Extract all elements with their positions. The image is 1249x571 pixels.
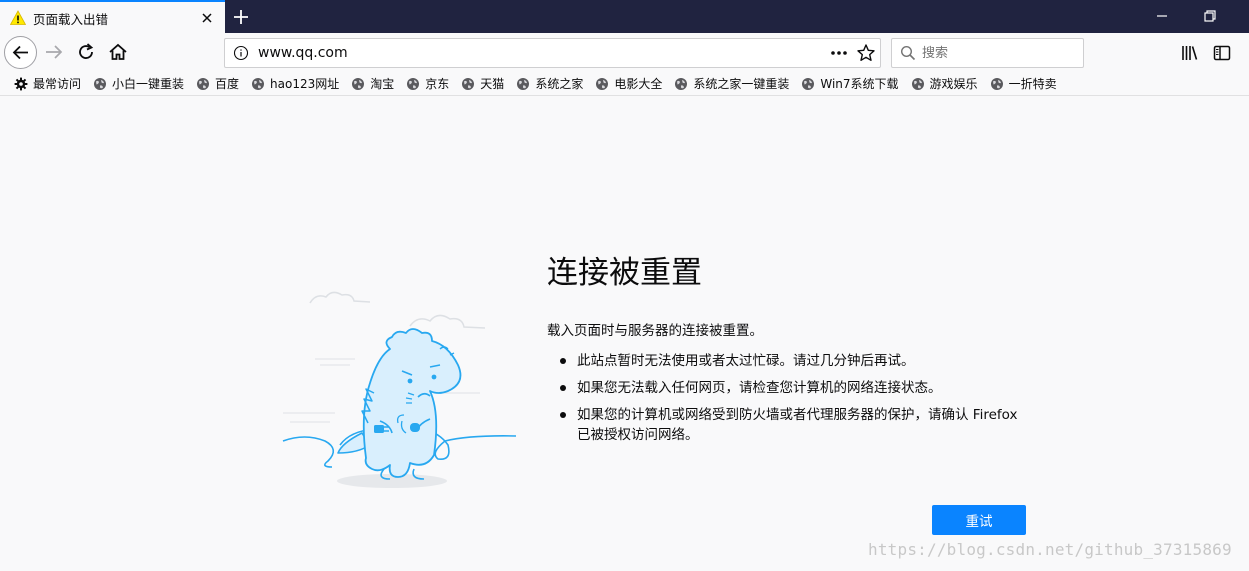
bookmark-label: 百度 bbox=[215, 77, 240, 91]
bookmark-label: hao123网址 bbox=[270, 77, 340, 91]
library-icon[interactable] bbox=[1178, 41, 1202, 65]
error-page: 连接被重置 载入页面时与服务器的连接被重置。 此站点暂时无法使用或者太过忙碌。请… bbox=[0, 97, 1249, 571]
bookmark-item[interactable]: 淘宝 bbox=[347, 73, 398, 95]
bookmark-most-visited[interactable]: 最常访问 bbox=[10, 73, 85, 95]
sidebar-icon[interactable] bbox=[1210, 41, 1234, 65]
bookmark-item[interactable]: 京东 bbox=[402, 73, 453, 95]
bookmark-label: 天猫 bbox=[480, 77, 505, 91]
bookmark-label: 小白一键重装 bbox=[112, 77, 185, 91]
back-button[interactable] bbox=[4, 36, 37, 69]
bookmark-item[interactable]: 电影大全 bbox=[591, 73, 666, 95]
bookmark-star-icon[interactable] bbox=[856, 43, 876, 63]
tab-strip: 页面载入出错 bbox=[0, 0, 1249, 33]
bookmark-label: 游戏娱乐 bbox=[929, 77, 978, 91]
gear-icon bbox=[14, 77, 28, 91]
new-tab-plus-icon[interactable] bbox=[229, 5, 253, 29]
bookmark-label: 系统之家一键重装 bbox=[693, 77, 790, 91]
error-description: 载入页面时与服务器的连接被重置。 bbox=[547, 323, 763, 339]
globe-icon bbox=[674, 77, 688, 91]
tab-title: 页面载入出错 bbox=[33, 12, 109, 27]
error-suggestion-item: 此站点暂时无法使用或者太过忙碌。请过几分钟后再试。 bbox=[560, 351, 1030, 371]
titlebar-drag-area[interactable] bbox=[260, 0, 1130, 33]
close-tab-icon[interactable] bbox=[199, 10, 215, 26]
bookmark-item[interactable]: hao123网址 bbox=[247, 73, 343, 95]
bookmark-item[interactable]: 游戏娱乐 bbox=[907, 73, 982, 95]
bookmark-item[interactable]: 百度 bbox=[192, 73, 243, 95]
globe-icon bbox=[351, 77, 365, 91]
globe-icon bbox=[990, 77, 1004, 91]
bookmark-item[interactable]: 天猫 bbox=[457, 73, 508, 95]
navigation-toolbar: www.qq.com bbox=[0, 33, 1249, 72]
minimize-icon[interactable] bbox=[1150, 4, 1174, 28]
error-title: 连接被重置 bbox=[547, 255, 702, 291]
tab-active[interactable]: 页面载入出错 bbox=[0, 0, 225, 33]
bookmark-item[interactable]: 系统之家 bbox=[512, 73, 587, 95]
globe-icon bbox=[516, 77, 530, 91]
search-input[interactable] bbox=[922, 43, 1077, 63]
error-suggestions-list: 此站点暂时无法使用或者太过忙碌。请过几分钟后再试。 如果您无法载入任何网页，请检… bbox=[560, 351, 1030, 452]
watermark-text: https://blog.csdn.net/github_37315869 bbox=[868, 540, 1232, 559]
reload-icon[interactable] bbox=[74, 40, 98, 64]
globe-icon bbox=[406, 77, 420, 91]
retry-button[interactable]: 重试 bbox=[932, 505, 1026, 535]
bookmark-item[interactable]: Win7系统下载 bbox=[797, 73, 902, 95]
bookmark-item[interactable]: 小白一键重装 bbox=[89, 73, 188, 95]
forward-arrow-icon[interactable] bbox=[42, 40, 66, 64]
bookmarks-toolbar: 最常访问 小白一键重装 百度 hao123网址 淘宝 京东 天猫 系统之家 电影大全 系统之家一键… bbox=[0, 72, 1249, 96]
dinosaur-unplugged-illustration bbox=[282, 291, 517, 488]
globe-icon bbox=[251, 77, 265, 91]
bookmark-label: 电影大全 bbox=[614, 77, 663, 91]
back-arrow-icon bbox=[12, 45, 28, 60]
bookmark-label: 系统之家 bbox=[535, 77, 584, 91]
restore-icon[interactable] bbox=[1198, 4, 1222, 28]
bookmark-label: 淘宝 bbox=[370, 77, 395, 91]
warning-icon bbox=[10, 10, 26, 25]
search-bar[interactable] bbox=[891, 38, 1084, 68]
url-text[interactable]: www.qq.com bbox=[258, 45, 348, 61]
bookmark-item[interactable]: 系统之家一键重装 bbox=[670, 73, 793, 95]
home-icon[interactable] bbox=[106, 40, 130, 64]
info-icon[interactable] bbox=[233, 45, 249, 61]
search-icon bbox=[900, 45, 916, 61]
error-suggestion-item: 如果您无法载入任何网页，请检查您计算机的网络连接状态。 bbox=[560, 378, 1030, 398]
globe-icon bbox=[461, 77, 475, 91]
bookmark-label: 最常访问 bbox=[33, 77, 82, 91]
more-actions-icon[interactable] bbox=[828, 43, 850, 63]
bookmark-label: 京东 bbox=[425, 77, 450, 91]
globe-icon bbox=[595, 77, 609, 91]
url-bar[interactable]: www.qq.com bbox=[224, 38, 881, 68]
globe-icon bbox=[911, 77, 925, 91]
globe-icon bbox=[196, 77, 210, 91]
globe-icon bbox=[93, 77, 107, 91]
bookmark-label: 一折特卖 bbox=[1008, 77, 1057, 91]
error-suggestion-item: 如果您的计算机或网络受到防火墙或者代理服务器的保护，请确认 Firefox 已被… bbox=[560, 405, 1030, 445]
bookmark-label: Win7系统下载 bbox=[820, 77, 899, 91]
bookmark-item[interactable]: 一折特卖 bbox=[986, 73, 1061, 95]
globe-icon bbox=[801, 77, 815, 91]
